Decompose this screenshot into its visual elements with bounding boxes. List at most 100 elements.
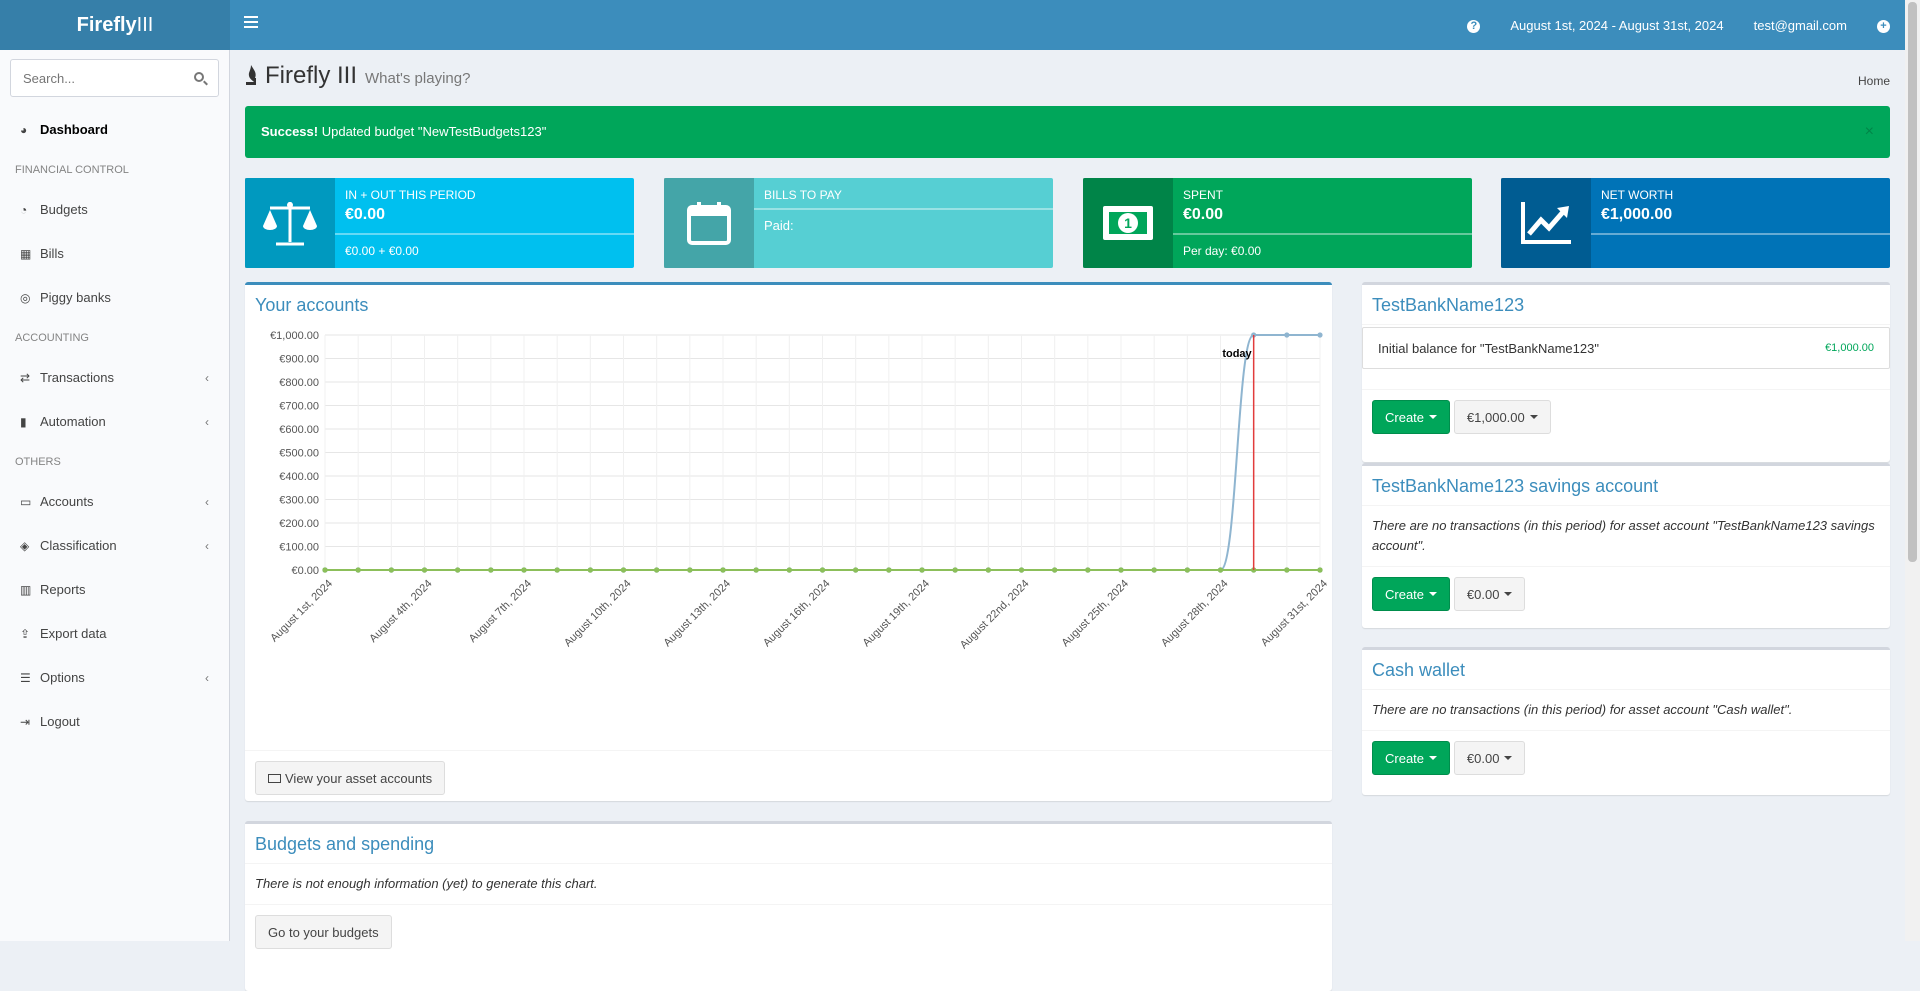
box-title[interactable]: Budgets and spending [245, 824, 1332, 864]
y-tick-label: €500.00 [279, 448, 319, 460]
y-tick-label: €600.00 [279, 424, 319, 436]
data-point [620, 567, 627, 573]
create-button[interactable]: Create [1372, 577, 1451, 611]
sidebar-item-dashboard[interactable]: ◕ Dashboard [0, 108, 229, 152]
alert-strong: Success! [261, 124, 319, 139]
info-box-in-out[interactable]: IN + OUT THIS PERIOD €0.00 €0.00 + €0.00 [245, 178, 634, 268]
help-icon[interactable]: ? [1452, 17, 1495, 33]
x-tick-label: August 16th, 2024 [761, 578, 833, 650]
accounts-chart-box: Your accounts €1,000.00 €900.00 €800.00 €70… [245, 282, 1332, 801]
data-point [687, 567, 693, 573]
x-tick-label: August 10th, 2024 [562, 578, 634, 650]
sidebar-header-financial: FINANCIAL CONTROL [15, 164, 129, 176]
line-chart-icon [1501, 178, 1591, 268]
caret-down-icon [1429, 415, 1438, 419]
account-title[interactable]: TestBankName123 [1362, 285, 1890, 325]
data-point [1085, 567, 1091, 573]
success-alert: Success! Updated budget "NewTestBudgets1… [245, 106, 1890, 158]
account-title[interactable]: Cash wallet [1362, 650, 1890, 690]
sidebar-item-piggy-banks[interactable]: ◎ Piggy banks [0, 276, 229, 320]
y-tick-label: €0.00 [291, 565, 319, 577]
data-point [1317, 332, 1323, 338]
data-point [919, 567, 925, 573]
data-point [786, 567, 792, 573]
sidebar-item-transactions[interactable]: ⇄ Transactions ‹ [0, 356, 229, 400]
calendar-icon: ▦ [20, 247, 32, 261]
sidebar-item-options[interactable]: ☰ Options ‹ [0, 656, 229, 700]
account-title[interactable]: TestBankName123 savings account [1362, 466, 1890, 506]
y-tick-label: €300.00 [279, 495, 319, 507]
caret-down-icon [1529, 415, 1538, 419]
svg-text:1: 1 [1124, 215, 1132, 231]
bar-chart-icon: ▥ [20, 583, 32, 597]
account-box-testbankname123: TestBankName123 Initial balance for "Tes… [1362, 282, 1890, 462]
fire-icon [246, 65, 256, 85]
caret-down-icon [1504, 756, 1513, 760]
data-point [985, 567, 991, 573]
search-icon[interactable] [194, 72, 204, 82]
credit-card-icon: ▭ [20, 495, 32, 509]
box-footer: Create €0.00 [1362, 566, 1890, 621]
create-button[interactable]: Create [1372, 741, 1451, 775]
account-box-cash-wallet: Cash wallet There are no transactions (i… [1362, 647, 1890, 795]
balance-dropdown[interactable]: €0.00 [1453, 741, 1526, 775]
sidebar-item-bills[interactable]: ▦ Bills [0, 232, 229, 276]
data-point [355, 567, 361, 573]
user-menu[interactable]: test@gmail.com [1739, 18, 1862, 33]
data-point [1217, 567, 1224, 573]
data-point [1118, 567, 1124, 573]
view-asset-accounts-button[interactable]: View your asset accounts [255, 761, 446, 795]
balance-dropdown[interactable]: €0.00 [1453, 577, 1526, 611]
scrollbar-thumb[interactable] [1908, 2, 1917, 562]
sidebar-item-accounts[interactable]: ▭ Accounts ‹ [0, 480, 229, 524]
sidebar-item-reports[interactable]: ▥ Reports [0, 568, 229, 612]
data-point [1184, 567, 1190, 573]
data-point [554, 567, 560, 573]
quick-add-icon[interactable]: + [1862, 17, 1905, 33]
sidebar-toggle-icon[interactable] [244, 16, 258, 28]
data-point [952, 567, 958, 573]
info-box-spent[interactable]: 1 SPENT €0.00 Per day: €0.00 [1083, 178, 1472, 268]
chevron-left-icon: ‹ [205, 495, 209, 509]
chevron-left-icon: ‹ [205, 671, 209, 685]
dashboard-icon: ◕ [20, 123, 28, 137]
data-point [819, 567, 826, 573]
sliders-icon: ☰ [20, 671, 31, 685]
go-to-budgets-button[interactable]: Go to your budgets [255, 915, 392, 949]
date-range-picker[interactable]: August 1st, 2024 - August 31st, 2024 [1495, 18, 1738, 33]
transaction-row[interactable]: Initial balance for "TestBankName123" €1… [1362, 327, 1890, 369]
tags-icon: ◈ [20, 539, 30, 553]
x-tick-label: August 7th, 2024 [467, 578, 534, 645]
sidebar-item-budgets[interactable]: ◔ Budgets [0, 188, 229, 232]
data-point [488, 567, 494, 573]
search-input[interactable] [11, 60, 181, 96]
y-tick-label: €800.00 [279, 377, 319, 389]
info-box-net-worth[interactable]: NET WORTH €1,000.00 [1501, 178, 1890, 268]
box-footer: Go to your budgets [245, 904, 1332, 959]
info-box-bills[interactable]: BILLS TO PAY Paid: [664, 178, 1053, 268]
brand-logo[interactable]: FireflyIII [0, 0, 230, 50]
breadcrumb[interactable]: Home [1858, 74, 1890, 88]
vertical-scrollbar[interactable] [1905, 0, 1920, 941]
sidebar-item-export[interactable]: ⇪ Export data [0, 612, 229, 656]
money-icon [268, 773, 281, 783]
pie-chart-icon: ◔ [20, 203, 28, 217]
exchange-icon: ⇄ [20, 371, 31, 385]
x-tick-label: August 19th, 2024 [860, 578, 932, 650]
chevron-left-icon: ‹ [205, 415, 209, 429]
data-point [886, 567, 892, 573]
chevron-left-icon: ‹ [205, 539, 209, 553]
sidebar-item-logout[interactable]: ⇥ Logout [0, 700, 229, 744]
balance-dropdown[interactable]: €1,000.00 [1453, 400, 1551, 434]
x-tick-label: August 31st, 2024 [1259, 578, 1330, 649]
progress-bar [754, 208, 1053, 210]
data-point [853, 567, 859, 573]
sidebar-item-automation[interactable]: ▮ Automation ‹ [0, 400, 229, 444]
y-tick-label: €400.00 [279, 471, 319, 483]
chevron-left-icon: ‹ [205, 371, 209, 385]
sidebar-item-classification[interactable]: ◈ Classification ‹ [0, 524, 229, 568]
box-title[interactable]: Your accounts [245, 285, 1332, 325]
create-button[interactable]: Create [1372, 400, 1451, 434]
close-icon[interactable]: × [1865, 106, 1874, 158]
accounts-line-chart: €1,000.00 €900.00 €800.00 €700.00 €600.00 €50… [268, 330, 1330, 651]
